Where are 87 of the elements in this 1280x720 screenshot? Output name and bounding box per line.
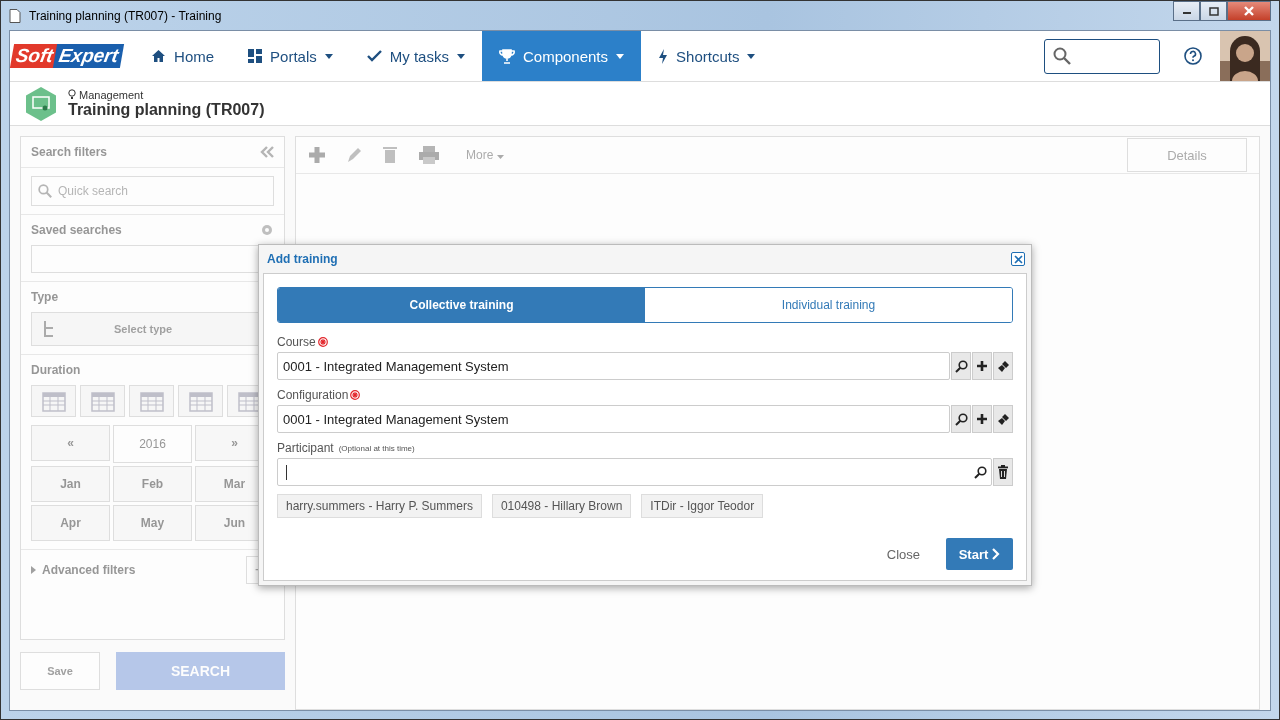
calendar-button[interactable] (31, 385, 76, 417)
previous-year-button[interactable]: « (31, 425, 110, 461)
add-button[interactable] (972, 405, 992, 433)
calendar-icon (139, 390, 164, 412)
lightning-icon (658, 48, 669, 64)
search-icon (1053, 47, 1071, 65)
quick-search-field[interactable]: Quick search (31, 176, 274, 206)
section-label: Duration (31, 363, 81, 377)
expand-icon[interactable] (31, 566, 36, 574)
collapse-icon[interactable] (260, 146, 274, 158)
panel-title: Search filters (31, 145, 108, 159)
field-label: Participant (277, 441, 334, 455)
calendar-icon (41, 390, 66, 412)
help-icon[interactable] (1184, 47, 1202, 65)
search-icon (954, 359, 968, 373)
plus-icon (977, 361, 987, 371)
close-button[interactable] (1227, 1, 1271, 21)
nav-tab[interactable]: My tasks (349, 31, 482, 81)
caret-icon (496, 155, 504, 159)
plus-icon (977, 414, 987, 424)
trophy-icon (498, 48, 515, 64)
calendar-button[interactable] (80, 385, 125, 417)
advanced-filters-toggle[interactable]: Advanced filters (42, 563, 136, 577)
input-field[interactable]: 0001 - Integrated Management System (277, 352, 950, 380)
certificate-icon (26, 86, 56, 121)
input-field[interactable] (277, 458, 992, 486)
calendar-icon (188, 390, 213, 412)
trash-icon[interactable] (382, 146, 398, 164)
save-button[interactable]: Save (20, 652, 100, 690)
close-icon (1243, 6, 1255, 16)
input-field[interactable]: 0001 - Integrated Management System (277, 405, 950, 433)
month-button[interactable]: Jan (31, 466, 110, 502)
close-icon (1013, 254, 1023, 264)
nav-tab[interactable]: Components (481, 31, 642, 81)
field-hint: (Optional at this time) (338, 443, 415, 453)
nav-tab[interactable]: Shortcuts (641, 31, 773, 81)
chevron-icon (992, 548, 1001, 560)
breadcrumb-link[interactable]: Management (79, 88, 144, 101)
calendar-button[interactable] (129, 385, 174, 417)
search-button[interactable] (951, 405, 971, 433)
printer-icon[interactable] (418, 146, 440, 164)
more-button[interactable]: More (460, 147, 510, 163)
participant-chip[interactable]: 010498 - Hillary Brown (491, 494, 632, 518)
participant-chip[interactable]: harry.summers - Harry P. Summers (277, 494, 482, 518)
year-label: 2016 (113, 425, 192, 463)
participant-chip[interactable]: ITDir - Iggor Teodor (641, 494, 764, 518)
dialog-title: Add training (267, 252, 338, 266)
field-label: Course (277, 335, 316, 349)
month-button[interactable]: May (113, 505, 192, 541)
nav-tab[interactable]: Portals (231, 31, 350, 81)
trash-icon (997, 465, 1009, 479)
clear-button[interactable] (993, 405, 1013, 433)
close-button[interactable] (1011, 252, 1025, 266)
section-label: Saved searches (31, 223, 122, 237)
search-button[interactable] (951, 352, 971, 380)
close-dialog-button[interactable]: Close (880, 545, 926, 563)
search-field[interactable] (1044, 38, 1160, 74)
hierarchy-icon (44, 321, 54, 337)
training-type-tab[interactable]: Collective training (278, 288, 645, 322)
calendar-icon (90, 390, 115, 412)
page-title: Training planning (TR007) (68, 100, 265, 119)
search-icon (974, 466, 987, 479)
lightbulb-icon (68, 89, 76, 100)
gear-icon[interactable] (260, 223, 274, 237)
maximize-icon (1208, 6, 1219, 16)
calendar-button[interactable] (178, 385, 223, 417)
details-tab[interactable]: Details (1127, 138, 1247, 172)
month-button[interactable]: Apr (31, 505, 110, 541)
nav-tab[interactable]: Home (134, 31, 232, 81)
pencil-icon[interactable] (346, 146, 362, 164)
add-icon[interactable] (308, 146, 326, 164)
document-icon (9, 8, 21, 23)
minimize-button[interactable] (1173, 1, 1200, 21)
search-icon (954, 412, 968, 426)
add-button[interactable] (972, 352, 992, 380)
search-icon (38, 184, 52, 198)
delete-button[interactable] (993, 458, 1013, 486)
field-label: Configuration (277, 388, 349, 402)
section-label: Type (31, 290, 59, 304)
month-button[interactable]: Feb (113, 466, 192, 502)
check-icon (366, 50, 382, 62)
grid-icon (248, 49, 263, 63)
maximize-button[interactable] (1200, 1, 1227, 21)
home-icon (151, 49, 167, 63)
window-title: Training planning (TR007) - Training (29, 8, 222, 23)
clear-button[interactable] (993, 352, 1013, 380)
start-button[interactable]: Start (946, 538, 1013, 570)
